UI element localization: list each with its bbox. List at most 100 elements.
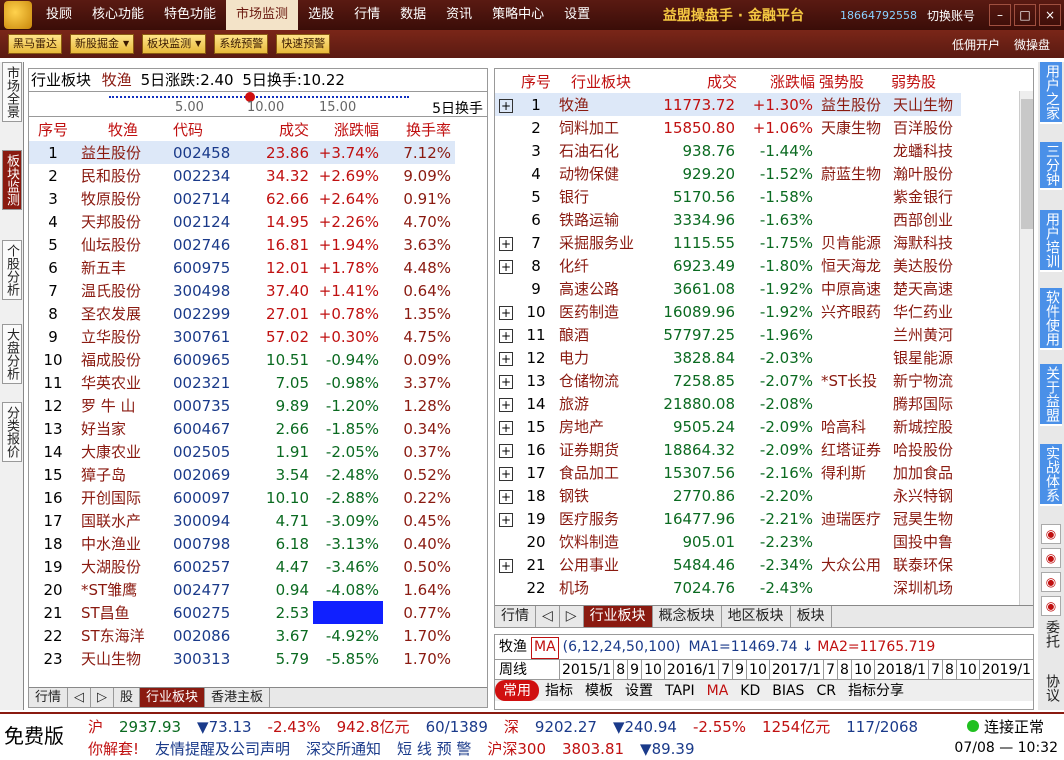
right-nav-text[interactable]: 协议 — [1040, 674, 1062, 702]
kline-button[interactable]: CR — [810, 680, 842, 701]
bottom-tab[interactable]: 股 — [114, 688, 141, 707]
column-header[interactable]: 涨跌幅 — [313, 117, 383, 141]
column-header[interactable]: 弱势股 — [889, 69, 961, 93]
table-row[interactable]: 2 饲料加工 15850.80 +1.06% 天康生物 百洋股份 — [495, 116, 961, 139]
bottom-tab[interactable]: 板块 — [791, 606, 832, 627]
expand-plus-icon[interactable]: + — [499, 489, 513, 504]
bottom-tab[interactable]: ◁ — [536, 606, 560, 627]
kline-button[interactable]: MA — [701, 680, 735, 701]
toolbar-button[interactable]: 黑马雷达 — [8, 34, 62, 54]
indicator-select[interactable]: MA — [531, 637, 559, 659]
kline-button[interactable]: BIAS — [766, 680, 810, 701]
table-row[interactable]: 1 益生股份 002458 23.86 +3.74% 7.12% — [29, 141, 455, 164]
kline-button[interactable]: TAPI — [659, 680, 701, 701]
expand-plus-icon[interactable]: + — [499, 259, 513, 274]
bottom-tab[interactable]: 概念板块 — [653, 606, 722, 627]
expand-plus-icon[interactable]: + — [499, 328, 513, 343]
expand-plus-icon[interactable]: + — [499, 351, 513, 366]
table-row[interactable]: +7 采掘服务业 1115.55 -1.75% 贝肯能源 海默科技 — [495, 231, 961, 254]
bottom-tab[interactable]: ▷ — [560, 606, 584, 627]
table-row[interactable]: 20 饮料制造 905.01 -2.23% 国投中鲁 — [495, 530, 961, 553]
expand-plus-icon[interactable]: + — [499, 420, 513, 435]
kline-button[interactable]: 设置 — [619, 680, 659, 701]
table-row[interactable]: 23 天山生物 300313 5.79 -5.85% 1.70% — [29, 647, 455, 670]
menu-item[interactable]: 核心功能 — [82, 0, 154, 30]
column-header[interactable]: 代码 — [169, 117, 241, 141]
table-row[interactable]: 9 立华股份 300761 57.02 +0.30% 4.75% — [29, 325, 455, 348]
column-header[interactable]: 牧渔 — [77, 117, 169, 141]
table-row[interactable]: 4 天邦股份 002124 14.95 +2.26% 4.70% — [29, 210, 455, 233]
table-row[interactable]: 21 ST昌鱼 600275 2.53 0.77% — [29, 601, 455, 624]
toolbar-button[interactable]: 新股掘金 ▼ — [70, 34, 135, 54]
table-row[interactable]: +14 旅游 21880.08 -2.08% 腾邦国际 — [495, 392, 961, 415]
bottom-tab[interactable]: 行业板块 — [140, 688, 206, 707]
table-row[interactable]: +1 牧渔 11773.72 +1.30% 益生股份 天山生物 — [495, 93, 961, 116]
minimize-button[interactable]: – — [989, 4, 1011, 26]
bottom-tab[interactable]: 行情 — [29, 688, 69, 707]
table-row[interactable]: +21 公用事业 5484.46 -2.34% 大众公用 联泰环保 — [495, 553, 961, 576]
menu-item[interactable]: 数据 — [390, 0, 436, 30]
table-row[interactable]: +8 化纤 6923.49 -1.80% 恒天海龙 美达股份 — [495, 254, 961, 277]
column-header[interactable]: 序号 — [29, 117, 77, 141]
bottom-tab[interactable]: 行业板块 — [583, 606, 653, 627]
toolbar-right-link[interactable]: 微操盘 — [1014, 36, 1064, 53]
toolbar-right-link[interactable]: 低佣开户 — [952, 36, 1014, 53]
table-row[interactable]: +11 酿酒 57797.25 -1.96% 兰州黄河 — [495, 323, 961, 346]
table-row[interactable]: 14 大康农业 002505 1.91 -2.05% 0.37% — [29, 440, 455, 463]
toolbar-button[interactable]: 系统预警 — [214, 34, 269, 54]
promo-icon[interactable]: ◉ — [1041, 596, 1061, 616]
right-nav-text[interactable]: 委托 — [1040, 620, 1062, 648]
table-row[interactable]: +18 钢铁 2770.86 -2.20% 永兴特钢 — [495, 484, 961, 507]
kline-button[interactable]: KD — [734, 680, 766, 701]
menu-item[interactable]: 资讯 — [436, 0, 482, 30]
expand-plus-icon[interactable]: + — [499, 466, 513, 481]
table-row[interactable]: 17 国联水产 300094 4.71 -3.09% 0.45% — [29, 509, 455, 532]
expand-plus-icon[interactable]: + — [499, 236, 513, 251]
left-nav-tab[interactable]: 大盘分析 — [2, 324, 22, 384]
table-row[interactable]: 11 华英农业 002321 7.05 -0.98% 3.37% — [29, 371, 455, 394]
expand-plus-icon[interactable]: + — [499, 397, 513, 412]
table-row[interactable]: +19 医疗服务 16477.96 -2.21% 迪瑞医疗 冠昊生物 — [495, 507, 961, 530]
menu-item[interactable]: 选股 — [298, 0, 344, 30]
column-header[interactable]: 强势股 — [817, 69, 889, 93]
left-nav-tab[interactable]: 分类报价 — [2, 402, 22, 462]
left-nav-tab[interactable]: 板块监测 — [2, 150, 22, 210]
column-header[interactable]: 行业板块 — [555, 69, 647, 93]
expand-plus-icon[interactable]: + — [499, 374, 513, 389]
menu-item[interactable]: 行情 — [344, 0, 390, 30]
menu-item[interactable]: 设置 — [554, 0, 600, 30]
table-row[interactable]: +13 仓储物流 7258.85 -2.07% *ST长投 新宁物流 — [495, 369, 961, 392]
table-row[interactable]: 10 福成股份 600965 10.51 -0.94% 0.09% — [29, 348, 455, 371]
close-button[interactable]: × — [1039, 4, 1061, 26]
menu-item[interactable]: 市场监测 — [226, 0, 299, 30]
scrollbar-thumb[interactable] — [1021, 99, 1033, 229]
expand-plus-icon[interactable]: + — [499, 443, 513, 458]
table-row[interactable]: 16 开创国际 600097 10.10 -2.88% 0.22% — [29, 486, 455, 509]
table-row[interactable]: 6 铁路运输 3334.96 -1.63% 西部创业 — [495, 208, 961, 231]
kline-button[interactable]: 常用 — [495, 680, 539, 701]
table-row[interactable]: 22 ST东海洋 002086 3.67 -4.92% 1.70% — [29, 624, 455, 647]
table-row[interactable]: 12 罗 牛 山 000735 9.89 -1.20% 1.28% — [29, 394, 455, 417]
column-header[interactable]: 涨跌幅 — [739, 69, 817, 93]
promo-icon[interactable]: ◉ — [1041, 548, 1061, 568]
table-row[interactable]: 5 银行 5170.56 -1.58% 紫金银行 — [495, 185, 961, 208]
switch-account-link[interactable]: 切换账号 — [927, 7, 989, 24]
period-select[interactable]: 周线 — [495, 660, 559, 679]
table-row[interactable]: 19 大湖股份 600257 4.47 -3.46% 0.50% — [29, 555, 455, 578]
menu-item[interactable]: 投顾 — [36, 0, 82, 30]
table-row[interactable]: 18 中水渔业 000798 6.18 -3.13% 0.40% — [29, 532, 455, 555]
expand-plus-icon[interactable]: + — [499, 98, 513, 113]
menu-item[interactable]: 特色功能 — [154, 0, 226, 30]
expand-plus-icon[interactable]: + — [499, 305, 513, 320]
table-row[interactable]: +10 医药制造 16089.96 -1.92% 兴齐眼药 华仁药业 — [495, 300, 961, 323]
table-row[interactable]: 13 好当家 600467 2.66 -1.85% 0.34% — [29, 417, 455, 440]
bottom-tab[interactable]: ◁ — [68, 688, 92, 707]
right-nav-link[interactable]: 软件使用 — [1040, 288, 1062, 350]
bottom-tab[interactable]: 香港主板 — [205, 688, 271, 707]
notice-item[interactable]: 短 线 预 警 — [397, 738, 487, 760]
table-row[interactable]: 6 新五丰 600975 12.01 +1.78% 4.48% — [29, 256, 455, 279]
sector-scrollbar[interactable] — [1019, 91, 1033, 605]
table-row[interactable]: 3 牧原股份 002714 62.66 +2.64% 0.91% — [29, 187, 455, 210]
table-row[interactable]: 2 民和股份 002234 34.32 +2.69% 9.09% — [29, 164, 455, 187]
notice-item[interactable]: 友情提醒及公司声明 — [155, 738, 306, 760]
